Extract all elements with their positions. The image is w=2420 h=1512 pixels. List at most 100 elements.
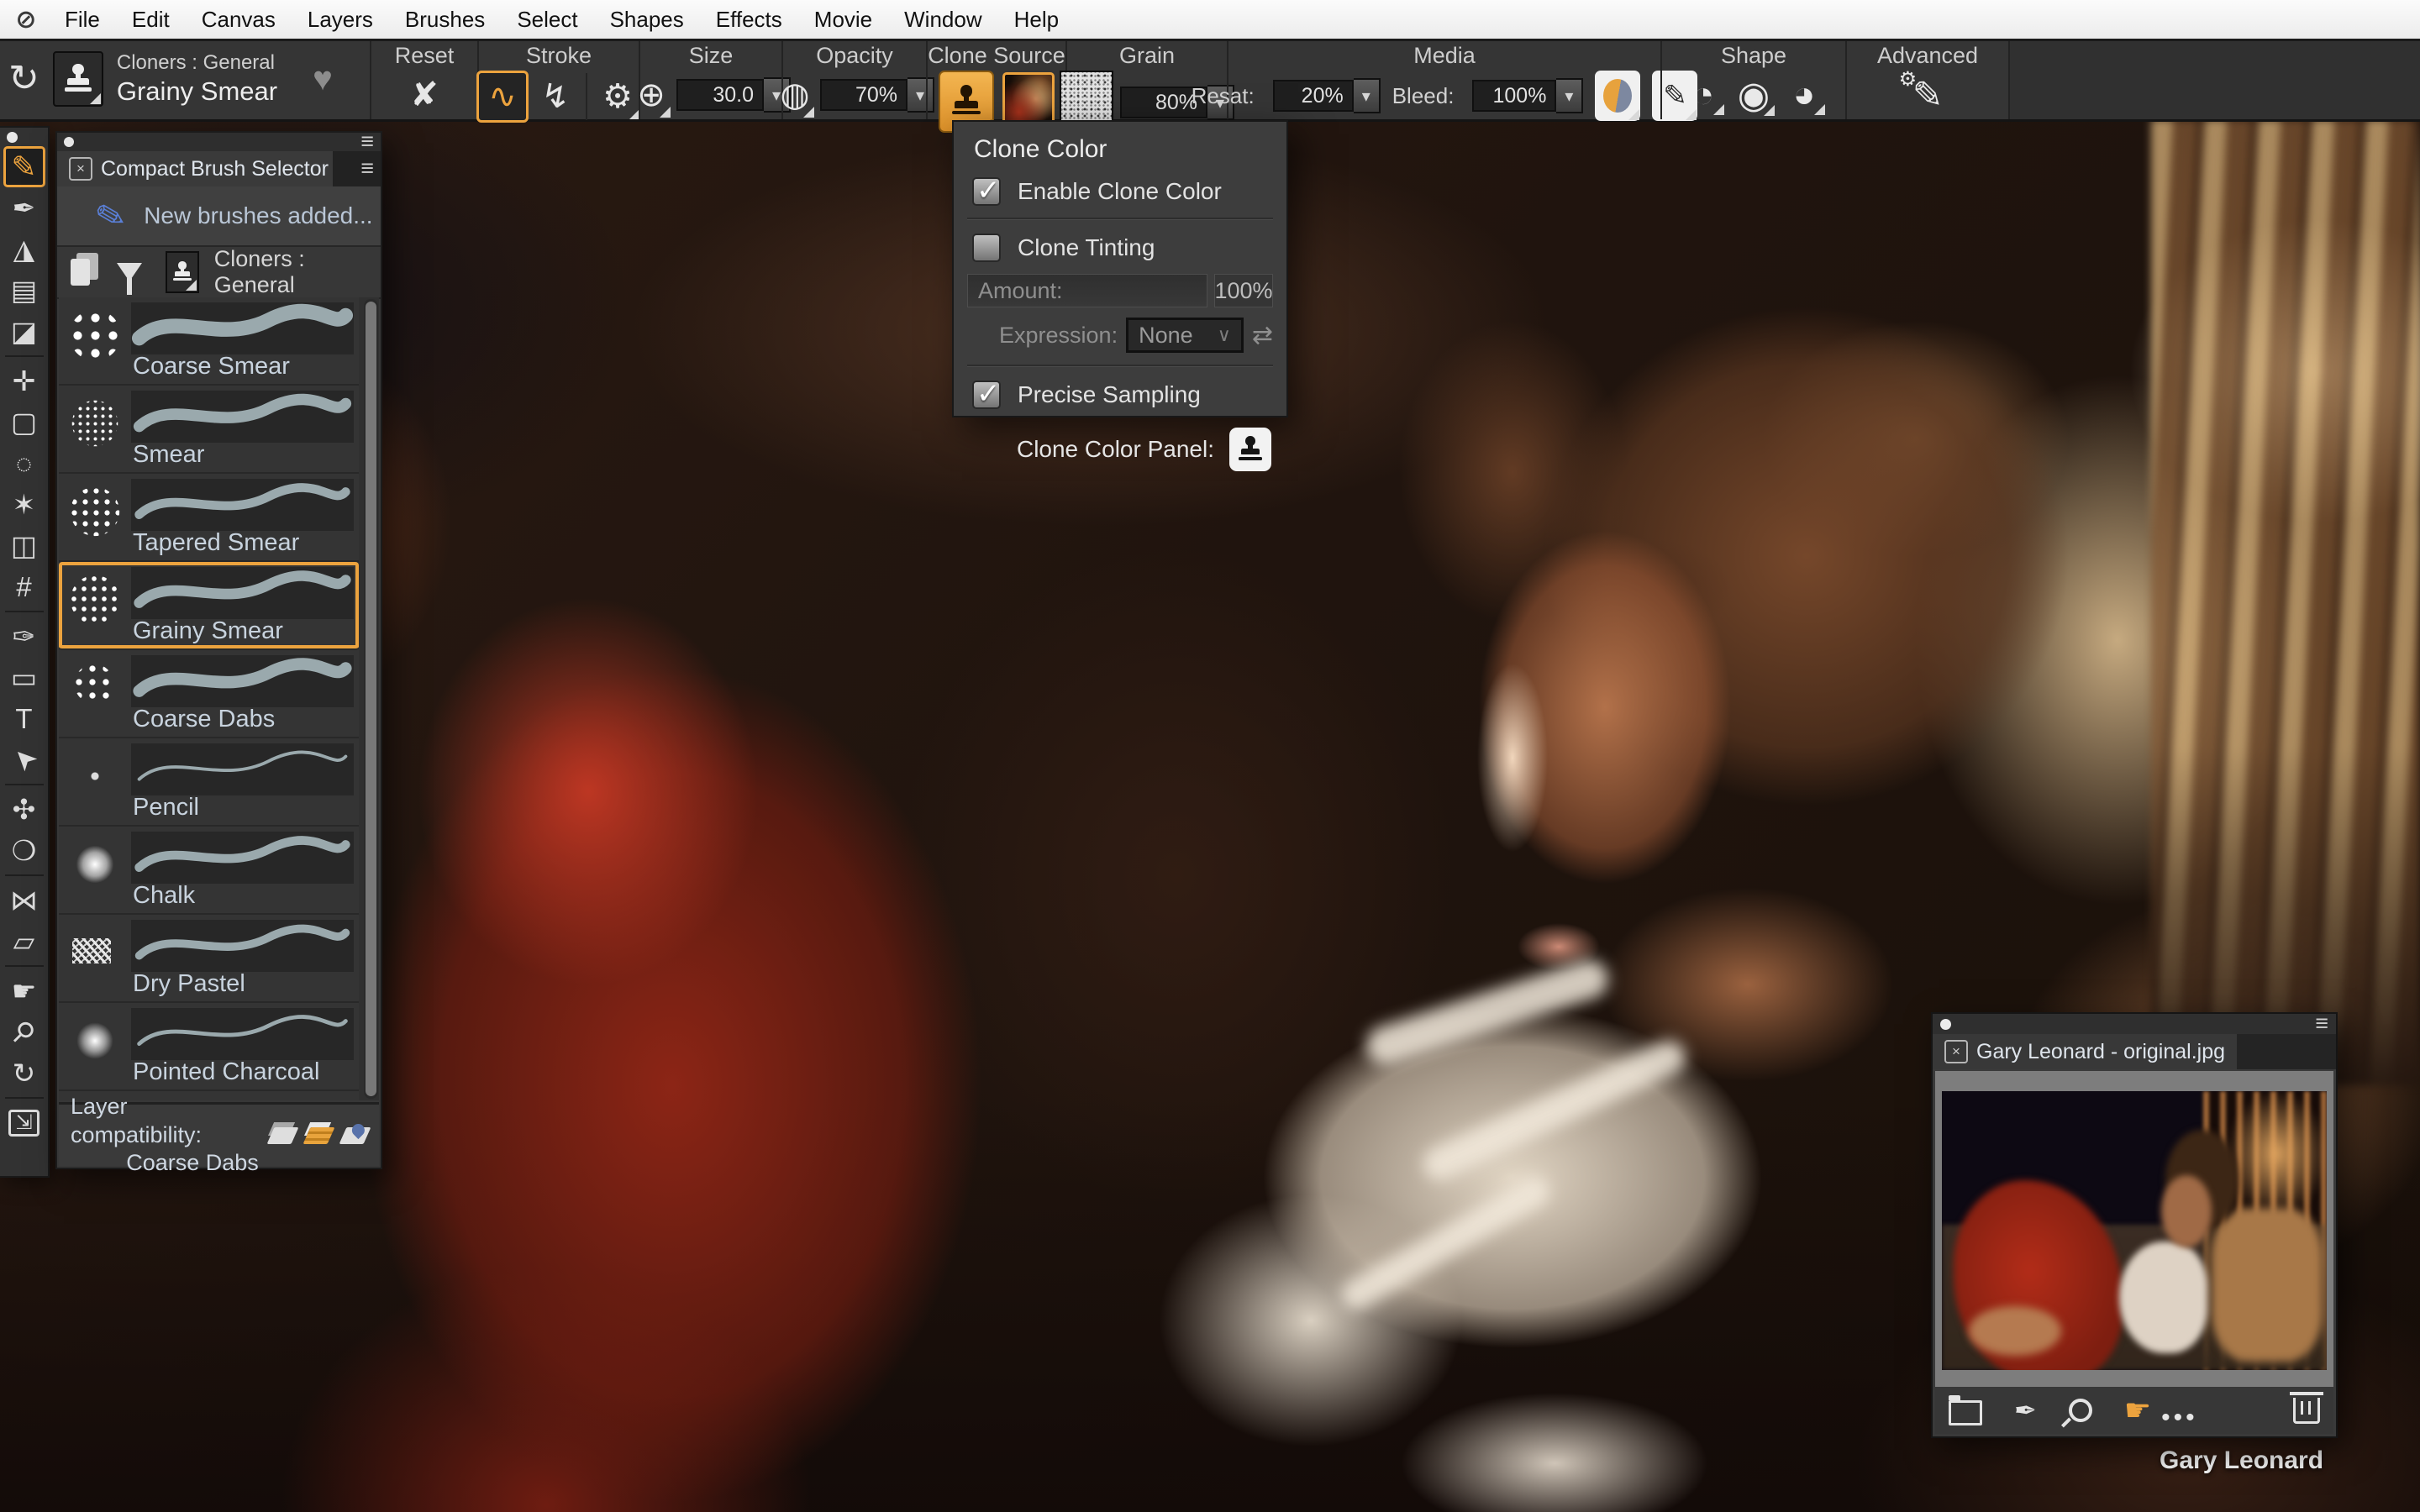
layer-adjuster-tool[interactable]: ✛ — [3, 360, 45, 402]
reset-brush-icon[interactable]: ✘ — [410, 78, 439, 112]
tab-close-icon[interactable]: × — [69, 157, 92, 181]
brush-category-thumbnail[interactable] — [53, 51, 103, 107]
source-panel-menu-icon[interactable]: ≡ — [2315, 1015, 2328, 1033]
tab-close-icon[interactable]: × — [1944, 1040, 1968, 1063]
brush-panel-options-icon[interactable]: ≡ — [360, 160, 374, 178]
category-stamp-icon[interactable] — [166, 251, 199, 293]
size-value-field[interactable]: 30.0 — [676, 79, 764, 111]
freehand-stroke-button[interactable]: ∿ — [476, 71, 529, 123]
rectangle-shape-tool[interactable]: ▭ — [3, 657, 45, 698]
opacity-value-field[interactable]: 70% — [820, 79, 908, 111]
paint-stroke — [1336, 1171, 1555, 1315]
brush-item-pointed-charcoal[interactable]: Pointed Charcoal — [59, 1003, 359, 1091]
clone-color-panel-button[interactable] — [1229, 428, 1271, 471]
zoom-source-icon[interactable] — [2069, 1399, 2092, 1422]
mirror-painting-tool[interactable]: ⋈ — [3, 879, 45, 921]
tab-compact-brush-selector[interactable]: × Compact Brush Selector — [57, 151, 333, 186]
recent-brushes-icon[interactable] — [71, 259, 90, 286]
color-blend-button[interactable] — [1595, 71, 1640, 121]
sample-color-dropper-icon[interactable]: ✒ — [2014, 1397, 2037, 1424]
panel-drag-dot[interactable] — [64, 137, 74, 147]
brush-item-tapered-smear[interactable]: Tapered Smear — [59, 474, 359, 562]
bleed-spinner-button[interactable]: ▾ — [1556, 78, 1583, 113]
opacity-flyout-button[interactable]: ◍ — [775, 71, 815, 118]
menu-item-effects[interactable]: Effects — [700, 7, 798, 33]
pen-tool[interactable]: ✑ — [3, 616, 45, 657]
transform-selection-tool[interactable]: ◫ — [3, 525, 45, 566]
new-brushes-notification[interactable]: ✎ New brushes added... — [57, 186, 381, 247]
brush-item-dry-pastel[interactable]: Dry Pastel — [59, 915, 359, 1003]
menu-item-select[interactable]: Select — [501, 7, 593, 33]
menu-item-brushes[interactable]: Brushes — [389, 7, 501, 33]
brush-item-grainy-smear[interactable]: Grainy Smear — [59, 562, 359, 650]
menu-item-file[interactable]: File — [49, 7, 116, 33]
scrollbar-thumb[interactable] — [366, 302, 376, 1096]
resat-spinner-button[interactable]: ▾ — [1354, 78, 1381, 113]
menu-item-shapes[interactable]: Shapes — [594, 7, 700, 33]
advanced-brush-settings-button[interactable]: ⚙✎ — [1912, 74, 1944, 117]
magic-wand-icon: ✶ — [13, 491, 36, 518]
shape-selection-tool[interactable]: ➤ — [3, 739, 45, 780]
menu-item-edit[interactable]: Edit — [116, 7, 186, 33]
menu-item-window[interactable]: Window — [888, 7, 997, 33]
open-source-folder-icon[interactable] — [1949, 1400, 1982, 1425]
perspective-guides-tool[interactable]: ▱ — [3, 921, 45, 962]
resat-value-field[interactable]: 20% — [1273, 80, 1354, 112]
straight-line-stroke-button[interactable]: ↯ — [532, 73, 579, 120]
navigation-tool[interactable]: ⇲ — [3, 1102, 45, 1143]
lasso-tool[interactable]: ◌ — [3, 443, 45, 484]
size-flyout-button[interactable]: ⊕ — [631, 71, 671, 118]
precise-sampling-checkbox[interactable] — [972, 381, 1001, 409]
brush-item-chalk[interactable]: Chalk — [59, 827, 359, 915]
rectangle-shape-icon: ▭ — [11, 664, 37, 691]
favorite-heart-icon[interactable]: ♥ — [313, 60, 333, 98]
magnifier-tool[interactable]: ⚲ — [3, 1011, 45, 1053]
delete-source-icon[interactable] — [2293, 1398, 2320, 1424]
rectangular-selection-tool[interactable]: ▢ — [3, 402, 45, 443]
brush-icon: ✎ — [11, 152, 36, 182]
clone-tinting-checkbox[interactable] — [972, 234, 1001, 262]
bristle-shape-button[interactable]: ◉ — [1732, 74, 1776, 117]
pan-hand-icon[interactable]: ☛ — [2124, 1393, 2151, 1428]
brush-item-coarse-smear[interactable]: Coarse Smear — [59, 297, 359, 386]
brush-tool[interactable]: ✎ — [3, 146, 45, 187]
menu-item-help[interactable]: Help — [998, 7, 1075, 33]
expression-direction-icon[interactable]: ⇄ — [1252, 321, 1273, 350]
restore-default-variant-icon[interactable]: ↻ — [8, 60, 39, 97]
dab-shape-button[interactable]: ◔ — [1681, 74, 1725, 116]
eraser-tool[interactable]: ◪ — [3, 311, 45, 352]
crop-tool[interactable]: # — [3, 566, 45, 607]
brush-list-scrollbar[interactable] — [364, 299, 378, 1099]
text-tool[interactable]: T — [3, 698, 45, 739]
rotate-page-tool[interactable]: ↻ — [3, 1053, 45, 1094]
toolbox-drag-dot[interactable] — [7, 132, 18, 143]
source-image-preview[interactable] — [1942, 1091, 2327, 1370]
menu-item-layers[interactable]: Layers — [292, 7, 389, 33]
bleed-value-field[interactable]: 100% — [1472, 80, 1556, 112]
toolbox-divider — [5, 784, 44, 785]
photo-region — [1969, 1306, 2061, 1357]
grabber-hand-tool[interactable]: ☛ — [3, 970, 45, 1011]
gradient-tool[interactable]: ▤ — [3, 270, 45, 311]
filter-brushes-icon[interactable] — [117, 263, 142, 281]
crop-icon: # — [16, 573, 31, 601]
brush-item-coarse-dabs[interactable]: Coarse Dabs — [59, 650, 359, 738]
enable-clone-color-checkbox[interactable] — [972, 177, 1001, 206]
panel-drag-dot[interactable] — [1940, 1019, 1951, 1030]
magic-wand-tool[interactable]: ✶ — [3, 484, 45, 525]
amount-slider[interactable]: Amount: — [967, 274, 1207, 307]
more-options-dots[interactable]: ••• — [2161, 1404, 2198, 1432]
eraser-shape-button[interactable]: ◕ — [1782, 74, 1826, 116]
cloner-brush-tool[interactable]: ✣ — [3, 789, 45, 830]
menu-item-canvas[interactable]: Canvas — [186, 7, 292, 33]
dropper-tool[interactable]: ✒ — [3, 187, 45, 228]
dodge-tool[interactable]: ❍ — [3, 830, 45, 871]
expression-dropdown[interactable]: None ∨ — [1126, 318, 1244, 353]
menu-item-movie[interactable]: Movie — [798, 7, 888, 33]
tab-clone-source-image[interactable]: × Gary Leonard - original.jpg — [1933, 1034, 2237, 1069]
notification-text: New brushes added... — [144, 202, 372, 229]
panel-menu-icon[interactable]: ≡ — [360, 133, 374, 151]
brush-item-smear[interactable]: Smear — [59, 386, 359, 474]
paint-bucket-tool[interactable]: ◮ — [3, 228, 45, 270]
brush-item-pencil[interactable]: Pencil — [59, 738, 359, 827]
